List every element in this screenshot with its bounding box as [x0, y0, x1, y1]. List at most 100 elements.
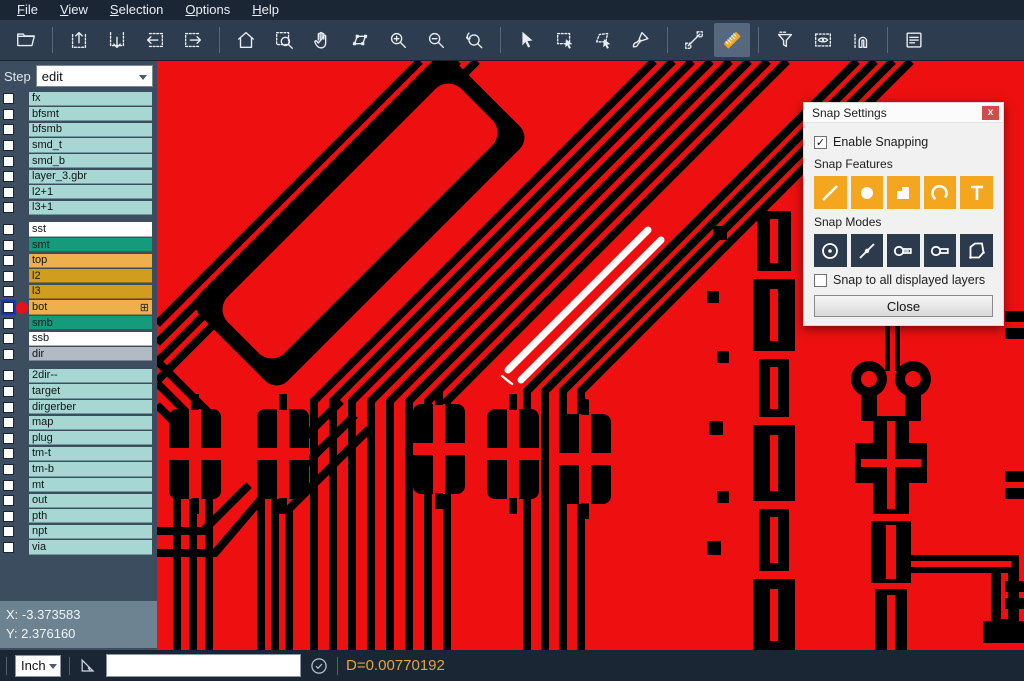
layer-visibility-checkbox[interactable]	[3, 349, 14, 360]
menu-item-view[interactable]: View	[49, 0, 99, 20]
layer-row-dir[interactable]: dir	[0, 347, 157, 363]
layer-visibility-checkbox[interactable]	[3, 93, 14, 104]
layer-row-layer_3.gbr[interactable]: layer_3.gbr	[0, 169, 157, 185]
layers-form-icon[interactable]	[896, 23, 932, 57]
layer-row-tm-b[interactable]: tm-b	[0, 462, 157, 478]
layer-visibility-checkbox[interactable]	[3, 464, 14, 475]
layer-visibility-checkbox[interactable]	[3, 542, 14, 553]
layer-visibility-checkbox[interactable]	[3, 386, 14, 397]
menu-item-file[interactable]: File	[6, 0, 49, 20]
layer-row-pth[interactable]: pth	[0, 508, 157, 524]
layer-row-l3+1[interactable]: l3+1	[0, 200, 157, 216]
snap-line-icon[interactable]	[814, 176, 847, 209]
measure-line-icon[interactable]	[676, 23, 712, 57]
layer-visibility-checkbox[interactable]	[3, 171, 14, 182]
pan-up-icon[interactable]	[61, 23, 97, 57]
close-icon[interactable]: x	[982, 106, 999, 120]
open-folder-icon[interactable]	[8, 23, 44, 57]
layer-visibility-checkbox[interactable]	[3, 156, 14, 167]
enable-snapping-checkbox[interactable]: ✓	[814, 136, 827, 149]
layer-row-tm-t[interactable]: tm-t	[0, 446, 157, 462]
layer-row-out[interactable]: out	[0, 493, 157, 509]
snap-surface-icon[interactable]	[887, 176, 920, 209]
layer-visibility-checkbox[interactable]	[3, 224, 14, 235]
paint-select-icon[interactable]	[623, 23, 659, 57]
unit-select[interactable]: Inch	[15, 655, 61, 677]
layer-row-dirgerber[interactable]: dirgerber	[0, 399, 157, 415]
layer-visibility-checkbox[interactable]	[3, 448, 14, 459]
layer-row-bfsmt[interactable]: bfsmt	[0, 107, 157, 123]
select-arrow-icon[interactable]	[509, 23, 545, 57]
layer-row-map[interactable]: map	[0, 415, 157, 431]
zoom-out-icon[interactable]	[418, 23, 454, 57]
select-rect-icon[interactable]	[547, 23, 583, 57]
select-poly-icon[interactable]	[585, 23, 621, 57]
layer-visibility-checkbox[interactable]	[3, 318, 14, 329]
layer-row-smt[interactable]: smt	[0, 237, 157, 253]
layer-visibility-checkbox[interactable]	[3, 109, 14, 120]
layer-row-fx[interactable]: fx	[0, 91, 157, 107]
snap-text-icon[interactable]	[960, 176, 993, 209]
layer-row-smd_t[interactable]: smd_t	[0, 138, 157, 154]
all-layers-checkbox[interactable]	[814, 274, 827, 287]
filter-icon[interactable]	[767, 23, 803, 57]
pan-hand-icon[interactable]	[304, 23, 340, 57]
zoom-region-icon[interactable]	[266, 23, 302, 57]
layer-row-via[interactable]: via	[0, 540, 157, 556]
layer-row-l2+1[interactable]: l2+1	[0, 185, 157, 201]
layer-visibility-checkbox[interactable]	[3, 333, 14, 344]
step-select[interactable]: edit	[36, 65, 153, 87]
zoom-previous-icon[interactable]	[456, 23, 492, 57]
layer-row-smd_b[interactable]: smd_b	[0, 153, 157, 169]
dialog-title-bar[interactable]: Snap Settings x	[804, 103, 1003, 123]
snap-magnet-icon[interactable]	[843, 23, 879, 57]
layer-row-target[interactable]: target	[0, 384, 157, 400]
layer-row-bot[interactable]: bot⊞	[0, 300, 157, 316]
layer-visibility-checkbox[interactable]	[3, 370, 14, 381]
layer-visibility-checkbox[interactable]	[3, 433, 14, 444]
layer-visibility-checkbox[interactable]	[3, 526, 14, 537]
snap-closest-icon[interactable]	[851, 234, 884, 267]
layer-visibility-checkbox[interactable]	[3, 187, 14, 198]
layer-row-mt[interactable]: mt	[0, 477, 157, 493]
layer-row-ssb[interactable]: ssb	[0, 331, 157, 347]
snap-arc-icon[interactable]	[924, 176, 957, 209]
command-input[interactable]	[106, 654, 301, 677]
snap-pad-outline-icon[interactable]	[924, 234, 957, 267]
apply-check-icon[interactable]	[309, 656, 329, 676]
pan-left-icon[interactable]	[137, 23, 173, 57]
layer-visibility-checkbox[interactable]	[3, 302, 14, 313]
layer-row-2dir--[interactable]: 2dir--	[0, 368, 157, 384]
layer-visibility-checkbox[interactable]	[3, 495, 14, 506]
layer-row-sst[interactable]: sst	[0, 222, 157, 238]
layer-visibility-checkbox[interactable]	[3, 480, 14, 491]
snap-pad-icon[interactable]	[851, 176, 884, 209]
layer-visibility-checkbox[interactable]	[3, 124, 14, 135]
layer-row-plug[interactable]: plug	[0, 430, 157, 446]
move-view-icon[interactable]	[342, 23, 378, 57]
ruler-icon[interactable]	[714, 23, 750, 57]
close-button[interactable]: Close	[814, 295, 993, 317]
menu-item-options[interactable]: Options	[174, 0, 241, 20]
snap-contour-icon[interactable]	[960, 234, 993, 267]
pan-right-icon[interactable]	[175, 23, 211, 57]
layer-visibility-checkbox[interactable]	[3, 417, 14, 428]
layer-row-npt[interactable]: npt	[0, 524, 157, 540]
layer-row-l2[interactable]: l2	[0, 269, 157, 285]
layer-visibility-checkbox[interactable]	[3, 402, 14, 413]
enable-snapping-row[interactable]: ✓ Enable Snapping	[814, 135, 993, 149]
pan-down-icon[interactable]	[99, 23, 135, 57]
layer-visibility-checkbox[interactable]	[3, 511, 14, 522]
layer-row-bfsmb[interactable]: bfsmb	[0, 122, 157, 138]
all-layers-row[interactable]: Snap to all displayed layers	[814, 273, 993, 287]
snap-pad-hole-icon[interactable]	[887, 234, 920, 267]
layer-visibility-checkbox[interactable]	[3, 140, 14, 151]
show-region-icon[interactable]	[805, 23, 841, 57]
snap-center-icon[interactable]	[814, 234, 847, 267]
home-view-icon[interactable]	[228, 23, 264, 57]
menu-item-selection[interactable]: Selection	[99, 0, 174, 20]
zoom-in-icon[interactable]	[380, 23, 416, 57]
layer-row-smb[interactable]: smb	[0, 315, 157, 331]
layer-visibility-checkbox[interactable]	[3, 255, 14, 266]
layer-row-l3[interactable]: l3	[0, 284, 157, 300]
